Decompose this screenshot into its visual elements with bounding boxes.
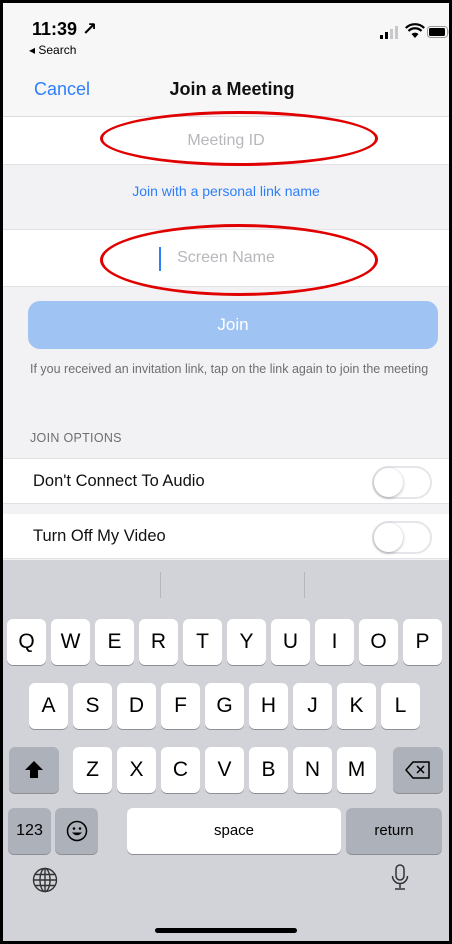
battery-icon [427,26,449,38]
prediction-divider [160,572,161,598]
microphone-icon[interactable] [390,864,410,892]
key-i[interactable]: I [315,619,354,665]
keyboard: 123 space return QWERTYUIOP ASDFGHJKL ZXCV… [3,560,449,941]
phone-screen: 11:39 ↗ ◂ Search Cancel Join a Meeting J… [0,0,452,944]
key-b[interactable]: B [249,747,288,793]
key-m[interactable]: M [337,747,376,793]
turn-off-video-toggle[interactable] [372,521,432,554]
option-label-video: Turn Off My Video [33,527,166,545]
shift-arrow-icon [25,761,43,778]
page-title: Join a Meeting [169,79,295,99]
key-e[interactable]: E [95,619,134,665]
toggle-knob [374,468,403,497]
status-bar: 11:39 ↗ ◂ Search [3,3,449,61]
globe-icon[interactable] [32,867,58,893]
key-l[interactable]: L [381,683,420,729]
toggle-knob [374,523,403,552]
emoji-icon [66,820,87,842]
key-h[interactable]: H [249,683,288,729]
key-v[interactable]: V [205,747,244,793]
predictive-text-bar [3,560,449,608]
meeting-id-input[interactable] [3,117,449,164]
personal-link-name-link[interactable]: Join with a personal link name [3,183,449,199]
key-s[interactable]: S [73,683,112,729]
join-button[interactable]: Join [28,301,438,349]
wifi-icon [405,23,425,38]
key-delete[interactable] [393,747,443,793]
key-u[interactable]: U [271,619,310,665]
navigation-bar: Cancel Join a Meeting [3,61,449,117]
key-n[interactable]: N [293,747,332,793]
key-r[interactable]: R [139,619,178,665]
cellular-signal-icon [380,26,398,39]
back-to-search-link[interactable]: ◂ Search [29,43,76,57]
key-j[interactable]: J [293,683,332,729]
key-shift[interactable] [9,747,59,793]
key-x[interactable]: X [117,747,156,793]
key-123[interactable]: 123 [8,808,51,854]
key-f[interactable]: F [161,683,200,729]
home-indicator [155,928,297,933]
invitation-hint-text: If you received an invitation link, tap … [30,362,429,376]
prediction-divider [304,572,305,598]
option-row-audio: Don't Connect To Audio [3,458,449,504]
backspace-icon [405,761,430,779]
option-label-audio: Don't Connect To Audio [33,472,205,490]
key-t[interactable]: T [183,619,222,665]
text-cursor [159,247,161,271]
status-time: 11:39 ↗ [32,19,98,39]
screen-name-row [3,229,449,287]
key-k[interactable]: K [337,683,376,729]
meeting-id-row [3,117,449,165]
key-space[interactable]: space [127,808,341,854]
key-z[interactable]: Z [73,747,112,793]
key-o[interactable]: O [359,619,398,665]
key-d[interactable]: D [117,683,156,729]
key-g[interactable]: G [205,683,244,729]
screen-name-input[interactable] [3,230,449,286]
key-y[interactable]: Y [227,619,266,665]
key-w[interactable]: W [51,619,90,665]
key-p[interactable]: P [403,619,442,665]
dont-connect-audio-toggle[interactable] [372,466,432,499]
key-emoji[interactable] [55,808,98,854]
key-return[interactable]: return [346,808,442,854]
key-c[interactable]: C [161,747,200,793]
key-a[interactable]: A [29,683,68,729]
option-row-video: Turn Off My Video [3,514,449,559]
key-q[interactable]: Q [7,619,46,665]
join-options-header: JOIN OPTIONS [30,431,122,445]
